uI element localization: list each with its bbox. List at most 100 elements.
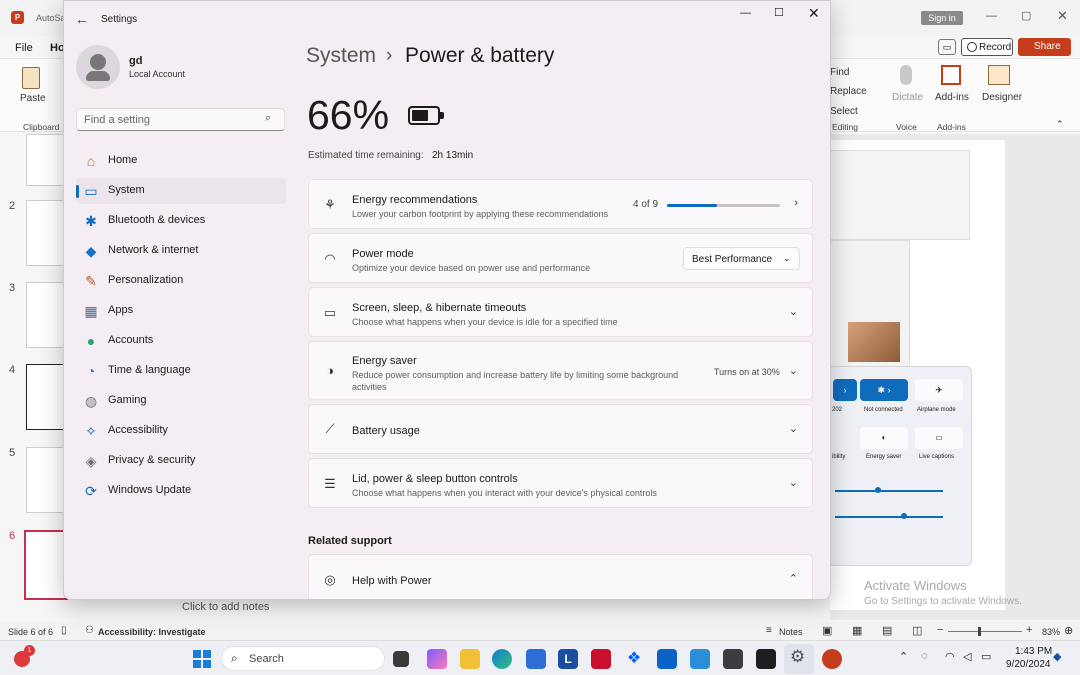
start-icon[interactable]: [193, 650, 211, 668]
energy-recommendations-card[interactable]: ⚘ Energy recommendations Lower your carb…: [308, 179, 813, 229]
app-l-icon[interactable]: L: [558, 649, 578, 669]
task-view-icon[interactable]: [393, 651, 409, 667]
notes-button[interactable]: Notes: [779, 627, 803, 637]
paste-button[interactable]: Paste: [20, 93, 46, 104]
addins-button[interactable]: Add-ins: [935, 92, 969, 103]
share-button[interactable]: Share: [1018, 38, 1071, 56]
select-button[interactable]: Select: [830, 106, 858, 117]
slide-thumbnail-selected[interactable]: [24, 530, 68, 600]
notes-pane-placeholder[interactable]: Click to add notes: [182, 601, 269, 613]
edge-icon[interactable]: [492, 649, 512, 669]
volume-slider[interactable]: [835, 513, 943, 519]
sidebar-item-time-language[interactable]: ◔ Time & language: [76, 358, 286, 384]
notification-bell-icon[interactable]: ◆: [1053, 650, 1061, 663]
find-button[interactable]: Find: [830, 67, 849, 78]
collapse-ribbon-icon[interactable]: ⌃: [1056, 119, 1064, 130]
battery-tray-icon[interactable]: ▭: [981, 650, 991, 663]
tray-overflow-icon[interactable]: ⌃: [899, 650, 908, 663]
designer-button[interactable]: Designer: [982, 92, 1022, 103]
sidebar-item-personalization[interactable]: ✎ Personalization: [76, 268, 286, 294]
slide-thumbnail[interactable]: [26, 447, 66, 513]
sidebar-item-label: Accounts: [108, 334, 154, 346]
slide-thumbnail[interactable]: [26, 200, 66, 266]
brightness-slider[interactable]: [835, 487, 943, 493]
sidebar-item-accounts[interactable]: ● Accounts: [76, 328, 286, 354]
energy-saver-toggle[interactable]: ◐: [860, 427, 908, 449]
minimize-icon[interactable]: —: [986, 10, 997, 22]
store-icon[interactable]: [526, 649, 546, 669]
sidebar-item-accessibility[interactable]: ✧ Accessibility: [76, 418, 286, 444]
screen-sleep-card[interactable]: ▭ Screen, sleep, & hibernate timeouts Ch…: [308, 287, 813, 337]
file-explorer-icon[interactable]: [460, 649, 480, 669]
copilot-icon[interactable]: [427, 649, 447, 669]
terminal-icon[interactable]: [756, 649, 776, 669]
card-description: Lower your carbon footprint by applying …: [352, 209, 609, 219]
taskbar-date[interactable]: 9/20/2024: [1006, 659, 1051, 670]
slide-thumbnail[interactable]: [26, 282, 66, 348]
close-icon[interactable]: ✕: [808, 5, 820, 22]
sidebar-item-windows-update[interactable]: ⟳ Windows Update: [76, 478, 286, 504]
slideshow-icon[interactable]: ◫: [912, 624, 922, 637]
windows-update-icon: ⟳: [85, 483, 97, 499]
settings-search-input[interactable]: Find a setting: [84, 114, 150, 126]
record-button[interactable]: Record: [961, 38, 1013, 56]
zoom-out-icon[interactable]: −: [937, 624, 943, 636]
zoom-in-icon[interactable]: +: [1026, 624, 1032, 636]
outlook-icon[interactable]: [657, 649, 677, 669]
notes-icon[interactable]: ≡: [766, 625, 772, 636]
comments-icon[interactable]: ▭: [938, 39, 956, 55]
settings-taskbar-button[interactable]: ⚙: [784, 644, 814, 674]
sidebar-item-privacy-security[interactable]: ◈ Privacy & security: [76, 448, 286, 474]
powerpoint-taskbar-icon[interactable]: [822, 649, 842, 669]
close-icon[interactable]: ✕: [1057, 8, 1068, 24]
accessibility-status[interactable]: Accessibility: Investigate: [98, 627, 206, 637]
replace-button[interactable]: Replace: [830, 86, 867, 97]
avatar[interactable]: [76, 45, 120, 89]
wifi-toggle[interactable]: ›: [833, 379, 857, 401]
energy-saver-card[interactable]: ◑ Energy saver Reduce power consumption …: [308, 341, 813, 400]
signin-button[interactable]: Sign in: [921, 11, 963, 25]
zoom-level[interactable]: 83%: [1042, 627, 1060, 637]
battery-usage-card[interactable]: ⟋ Battery usage ⌄: [308, 404, 813, 454]
sidebar-item-bluetooth-devices[interactable]: ✱ Bluetooth & devices: [76, 208, 286, 234]
dictate-button[interactable]: Dictate: [892, 92, 923, 103]
nested-image: [848, 322, 900, 362]
maximize-icon[interactable]: ▢: [1021, 9, 1031, 22]
fit-slide-icon[interactable]: ⊕: [1064, 624, 1073, 637]
sidebar-item-apps[interactable]: ▦ Apps: [76, 298, 286, 324]
breadcrumb-parent[interactable]: System: [306, 44, 376, 68]
back-arrow-icon[interactable]: ←: [75, 11, 89, 27]
maximize-icon[interactable]: ☐: [774, 6, 784, 19]
paste-icon[interactable]: [22, 67, 40, 89]
sidebar-item-home[interactable]: ⌂ Home: [76, 148, 286, 174]
zoom-slider[interactable]: [948, 627, 1022, 636]
dropbox-icon[interactable]: ❖: [624, 649, 644, 669]
vpn-icon[interactable]: ◌: [921, 650, 928, 662]
sidebar-item-system[interactable]: ▭ System: [76, 178, 286, 204]
settings-search-box[interactable]: Find a setting ⌕: [76, 108, 285, 131]
spellcheck-icon[interactable]: ▯: [61, 625, 67, 636]
wifi-icon[interactable]: ◠: [945, 650, 955, 663]
lid-power-card[interactable]: ☰ Lid, power & sleep button controls Cho…: [308, 458, 813, 508]
normal-view-icon[interactable]: ▣: [822, 624, 832, 637]
mcafee-icon[interactable]: [591, 649, 611, 669]
menu-file[interactable]: File: [15, 42, 33, 54]
power-mode-dropdown[interactable]: Best Performance ⌄: [683, 247, 800, 270]
photos-icon[interactable]: [690, 649, 710, 669]
taskbar-search-box[interactable]: ⌕ Search: [221, 646, 385, 671]
airplane-toggle[interactable]: ✈: [915, 379, 963, 401]
bluetooth-toggle[interactable]: ✱ ›: [860, 379, 908, 401]
live-captions-toggle[interactable]: ▭: [915, 427, 963, 449]
sidebar-item-network-internet[interactable]: ◆ Network & internet: [76, 238, 286, 264]
accessibility-icon[interactable]: ⚇: [85, 625, 94, 636]
volume-icon[interactable]: ◁: [963, 650, 971, 663]
minimize-icon[interactable]: —: [740, 7, 751, 19]
snipping-icon[interactable]: [723, 649, 743, 669]
sidebar-item-gaming[interactable]: ◍ Gaming: [76, 388, 286, 414]
reading-view-icon[interactable]: ▤: [882, 624, 892, 637]
taskbar-time[interactable]: 1:43 PM: [1015, 646, 1052, 657]
slide-thumbnail[interactable]: [26, 134, 66, 186]
slide-thumbnail[interactable]: [26, 364, 66, 430]
slide-sorter-icon[interactable]: ▦: [852, 624, 862, 637]
help-with-power-card[interactable]: ◎ Help with Power ⌃: [308, 554, 813, 599]
